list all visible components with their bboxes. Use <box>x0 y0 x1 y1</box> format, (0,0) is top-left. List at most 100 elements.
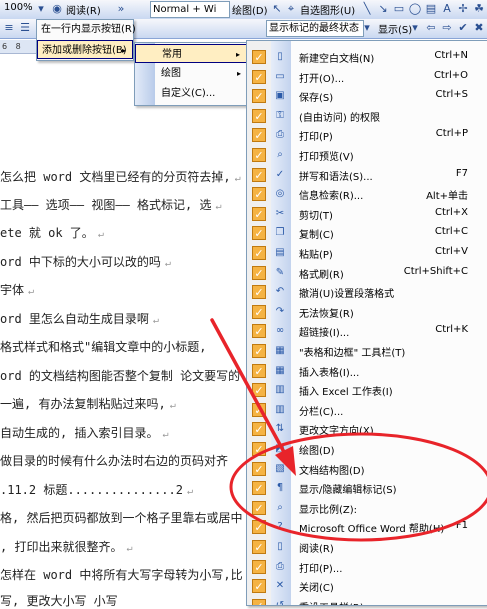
zoom-box[interactable]: 100% <box>4 2 33 13</box>
checkbox-checked-icon[interactable]: ✓ <box>252 481 266 496</box>
doc-line: 写, 更改大小写 小写 <box>0 594 118 608</box>
checkbox-checked-icon[interactable]: ✓ <box>252 363 266 378</box>
checkbox-checked-icon[interactable]: ✓ <box>252 579 266 594</box>
command-item-research[interactable]: ✓ ◎ 信息检索(R)... Alt+单击 <box>247 184 487 204</box>
checkbox-checked-icon[interactable]: ✓ <box>252 69 266 84</box>
print-dialog-icon: ⎙ <box>276 560 284 572</box>
command-item-save-disk[interactable]: ✓ ▣ 保存(S) Ctrl+S <box>247 86 487 106</box>
checkbox-checked-icon[interactable]: ✓ <box>252 461 266 476</box>
checkbox-checked-icon[interactable]: ✓ <box>252 598 266 605</box>
checkbox-checked-icon[interactable]: ✓ <box>252 540 266 554</box>
checkbox-checked-icon[interactable]: ✓ <box>252 265 266 280</box>
show-buttons-one-row-item[interactable]: 在一行内显示按钮(R) <box>37 20 136 39</box>
command-item-hyperlink[interactable]: ✓ ∞ 超链接(I)... Ctrl+K <box>247 321 487 341</box>
command-item-undo[interactable]: ✓ ↶ 撤消(U)设置段落格式 <box>247 282 487 302</box>
checkbox-checked-icon[interactable]: ✓ <box>252 206 266 221</box>
insert-table-icon: ▦ <box>275 364 285 376</box>
textbox-icon[interactable]: ▤ <box>424 2 438 16</box>
submenu-arrow-icon: ▸ <box>236 69 241 78</box>
checkbox-checked-icon[interactable]: ✓ <box>252 324 266 339</box>
command-item-table-borders[interactable]: ✓ ▦ "表格和边框" 工具栏(T) <box>247 341 487 361</box>
command-item-printer[interactable]: ✓ ⎙ 打印(P) Ctrl+P <box>247 125 487 145</box>
command-item-print-dialog[interactable]: ✓ ⎙ 打印(P)... <box>247 557 487 577</box>
checkbox-checked-icon[interactable]: ✓ <box>252 187 266 202</box>
checkbox-checked-icon[interactable]: ✓ <box>252 226 266 241</box>
display-mode-box[interactable]: 显示标记的最终状态 <box>266 20 364 37</box>
previous-change-icon[interactable]: ⇦ <box>424 21 438 35</box>
checkbox-checked-icon[interactable]: ✓ <box>252 148 266 162</box>
command-item-new-doc[interactable]: ✓ ▯ 新建空白文档(N) Ctrl+N <box>247 47 487 67</box>
checkbox-checked-icon[interactable]: ✓ <box>252 500 266 515</box>
command-item-permission[interactable]: ✓ ⚿ (自由访问) 的权限 <box>247 106 487 126</box>
dropdown-icon[interactable]: ▾ <box>408 21 422 35</box>
checkbox-checked-icon[interactable]: ✓ <box>252 128 266 143</box>
command-item-text-direction[interactable]: ✓ ⇅ 更改文字方向(X) <box>247 419 487 439</box>
command-item-excel-sheet[interactable]: ✓ ▥ 插入 Excel 工作表(I) <box>247 380 487 400</box>
command-item-redo[interactable]: ✓ ↷ 无法恢复(R) <box>247 302 487 322</box>
reject-change-icon[interactable]: ✖ <box>472 21 486 35</box>
checkbox-checked-icon[interactable]: ✓ <box>252 402 266 417</box>
command-item-insert-table[interactable]: ✓ ▦ 插入表格(I)... <box>247 361 487 381</box>
command-label: 绘图(D) <box>299 446 335 457</box>
oval-icon[interactable]: ◯ <box>408 2 422 16</box>
checkbox-checked-icon[interactable]: ✓ <box>252 246 266 260</box>
pointer-icon[interactable]: ↖ <box>270 2 284 16</box>
checkbox-checked-icon[interactable]: ✓ <box>252 520 266 535</box>
select-icon[interactable]: ⌖ <box>284 2 298 16</box>
diagram-icon[interactable]: ✢ <box>456 2 470 16</box>
checkbox-checked-icon[interactable]: ✓ <box>252 383 266 398</box>
checkbox-checked-icon[interactable]: ✓ <box>252 344 266 358</box>
command-item-scissors[interactable]: ✓ ✂ 剪切(T) Ctrl+X <box>247 204 487 224</box>
command-item-close[interactable]: ✓ ✕ 关闭(C) <box>247 576 487 596</box>
customize-item[interactable]: 自定义(C)... <box>135 84 247 103</box>
command-item-paste[interactable]: ✓ ▤ 粘贴(P) Ctrl+V <box>247 243 487 263</box>
more-icon[interactable]: » <box>114 2 128 16</box>
toolbar-standard-item[interactable]: 常用 ▸ <box>135 44 247 63</box>
command-label: "表格和边框" 工具栏(T) <box>299 348 406 359</box>
command-item-help[interactable]: ✓? Microsoft Office Word 帮助(H) F1 <box>247 517 487 537</box>
add-remove-buttons-item[interactable]: 添加或删除按钮(B) ▸ <box>37 40 133 59</box>
checkbox-checked-icon[interactable]: ✓ <box>252 50 266 64</box>
checkbox-checked-icon[interactable]: ✓ <box>252 559 266 574</box>
draw-button[interactable]: 绘图(D) <box>232 2 268 17</box>
chevron-down-icon[interactable]: ▾ <box>360 21 374 35</box>
checkbox-checked-icon[interactable]: ✓ <box>252 442 266 456</box>
checkbox-checked-icon[interactable]: ✓ <box>252 167 266 182</box>
command-item-drawing[interactable]: ✓ ◩ 绘图(D) <box>247 439 487 459</box>
checkbox-checked-icon[interactable]: ✓ <box>252 422 266 437</box>
wordart-icon[interactable]: A <box>440 2 454 16</box>
command-item-spell-check[interactable]: ✓ ✓ 拼写和语法(S)... F7 <box>247 165 487 185</box>
rectangle-icon[interactable]: ▭ <box>392 2 406 16</box>
accept-change-icon[interactable]: ✔ <box>456 21 470 35</box>
command-item-format-painter[interactable]: ✓ ✎ 格式刷(R) Ctrl+Shift+C <box>247 263 487 283</box>
line-icon[interactable]: ╲ <box>360 2 374 16</box>
command-item-open-folder[interactable]: ✓ ▭ 打开(O)... Ctrl+O <box>247 67 487 87</box>
command-item-doc-map[interactable]: ✓ ▧ 文档结构图(D) <box>247 459 487 479</box>
checkbox-checked-icon[interactable]: ✓ <box>252 108 266 123</box>
doc-line: 自动生成的, 插入索引目录。 ↵ <box>0 426 169 440</box>
checkbox-checked-icon[interactable]: ✓ <box>252 304 266 319</box>
next-change-icon[interactable]: ⇨ <box>440 21 454 35</box>
clipart-icon[interactable]: ☘ <box>472 2 486 16</box>
command-item-pilcrow[interactable]: ✓ ¶ 显示/隐藏编辑标记(S) <box>247 478 487 498</box>
command-item-zoom[interactable]: ✓ ⌕ 显示比例(Z): <box>247 498 487 518</box>
arrow-tool-icon[interactable]: ↘ <box>376 2 390 16</box>
list-icon[interactable]: ☰ <box>18 21 32 35</box>
hyperlink-icon: ∞ <box>275 325 285 337</box>
dropdown-icon[interactable]: ▾ <box>34 2 48 16</box>
help-icon[interactable]: ◉ <box>50 2 64 16</box>
autoshape-button[interactable]: 自选图形(U) <box>300 2 355 17</box>
checkbox-checked-icon[interactable]: ✓ <box>252 285 266 300</box>
command-item-print-preview[interactable]: ✓ ⌕ 打印预览(V) <box>247 145 487 165</box>
pilcrow-icon: ¶ <box>276 482 284 494</box>
align-icon[interactable]: ≡ <box>2 21 16 35</box>
command-item-columns[interactable]: ✓ ▥ 分栏(C)... <box>247 400 487 420</box>
style-box[interactable]: Normal + Wi <box>150 1 230 18</box>
command-list-menu: ✓ ▯ 新建空白文档(N) Ctrl+N ✓ ▭ 打开(O)... Ctrl+O ✓ ▣ 保存(S)… <box>246 40 487 606</box>
command-item-copy[interactable]: ✓ ❐ 复制(C) Ctrl+C <box>247 223 487 243</box>
command-item-reset[interactable]: ✓ ↺ 重设工具栏(R) <box>247 596 487 605</box>
read-button[interactable]: 阅读(R) <box>66 2 101 17</box>
toolbar-drawing-item[interactable]: 绘图 ▸ <box>135 64 247 83</box>
checkbox-checked-icon[interactable]: ✓ <box>252 89 266 104</box>
command-item-read[interactable]: ✓ ▯ 阅读(R) <box>247 537 487 557</box>
